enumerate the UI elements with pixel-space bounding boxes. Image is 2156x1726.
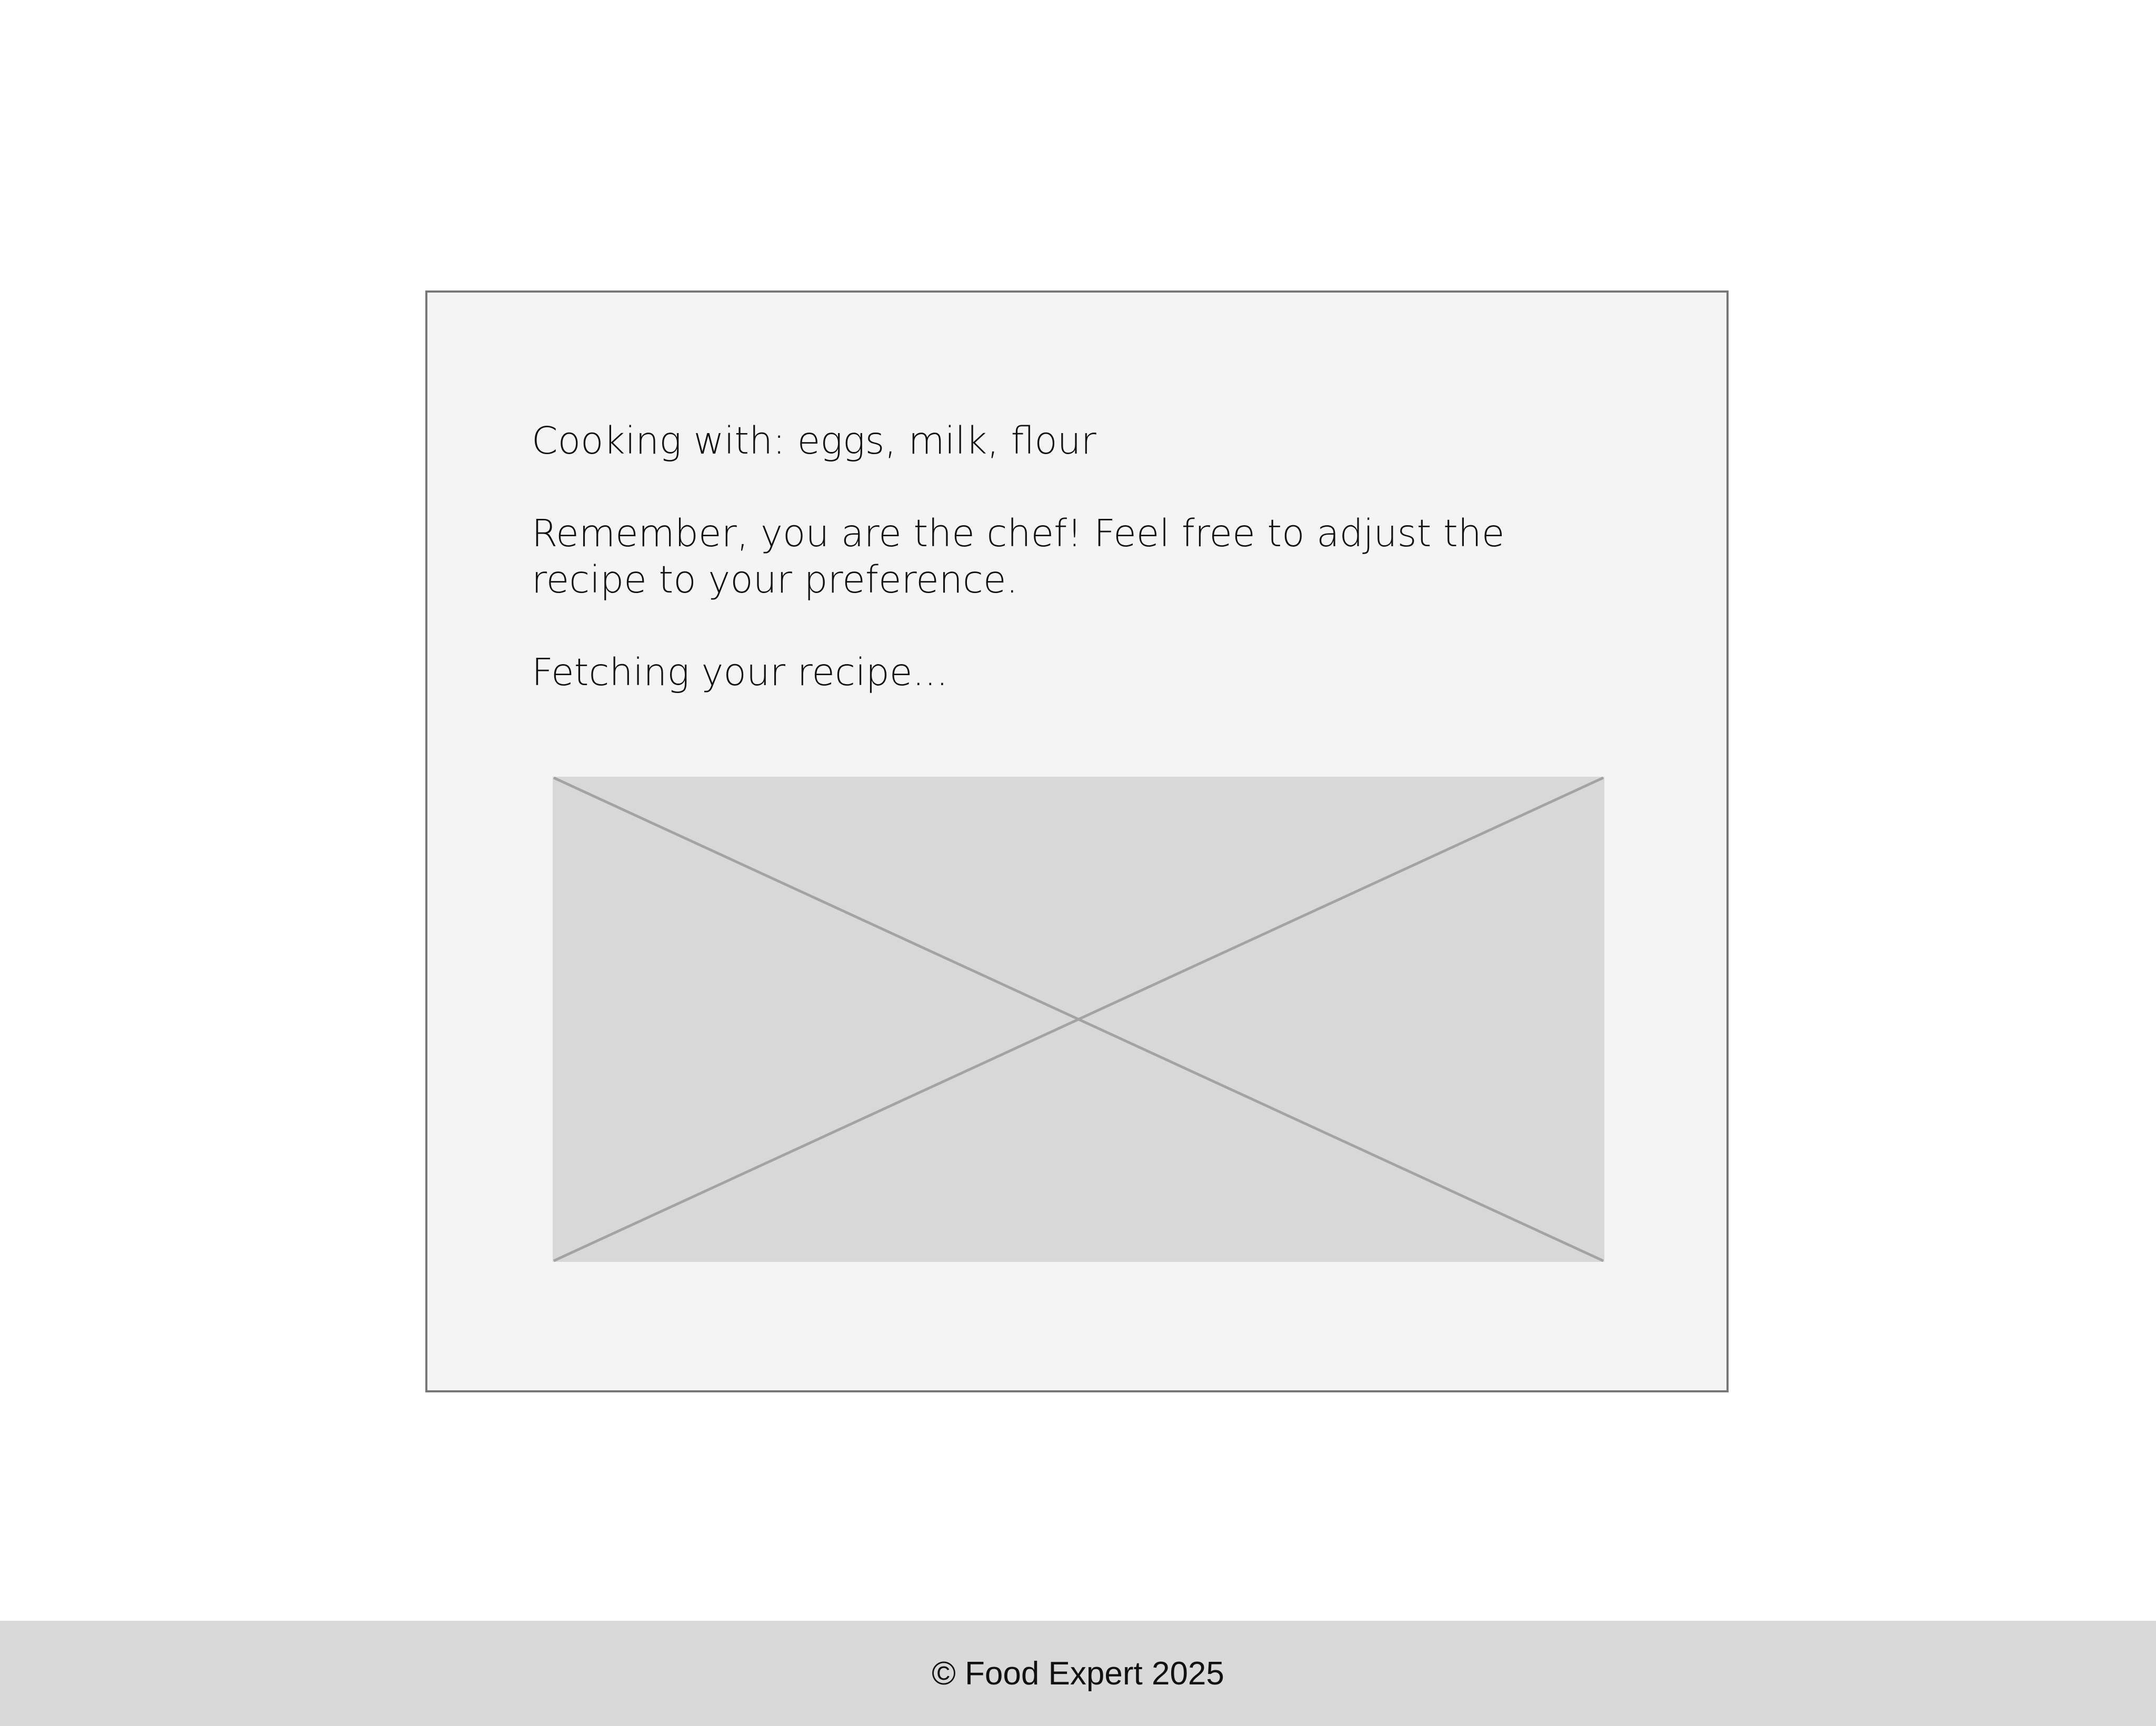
ingredients-line: Cooking with: eggs, milk, flour <box>532 419 1096 463</box>
recipe-card: Cooking with: eggs, milk, flour Remember… <box>425 290 1729 1392</box>
footer-copyright: © Food Expert 2025 <box>932 1655 1224 1692</box>
chef-message: Remember, you are the chef! Feel free to… <box>532 511 1505 601</box>
recipe-image-placeholder <box>553 777 1604 1262</box>
recipe-loading-page: Cooking with: eggs, milk, flour Remember… <box>0 0 2156 1726</box>
page-footer: © Food Expert 2025 <box>0 1621 2156 1726</box>
loading-status: Fetching your recipe... <box>532 650 949 694</box>
image-placeholder-x-icon <box>553 777 1604 1262</box>
